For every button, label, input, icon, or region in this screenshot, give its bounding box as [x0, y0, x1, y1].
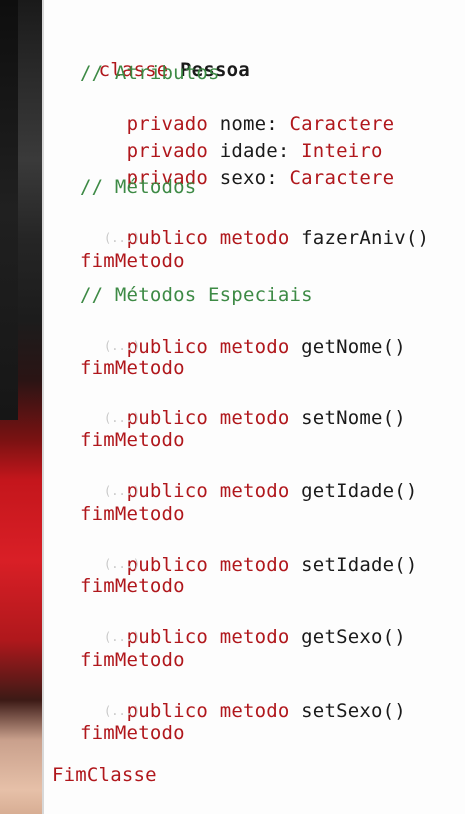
- method-keyword: metodo: [219, 626, 290, 648]
- end-method: fimMetodo: [80, 503, 185, 525]
- end-method: fimMetodo: [80, 575, 185, 597]
- code-panel: classe Pessoa // Atributos privado nome:…: [44, 0, 465, 814]
- method-body-ellipsis: (...): [104, 339, 141, 353]
- method-body-ellipsis: (...): [104, 484, 141, 498]
- method-name: setSexo(): [301, 700, 406, 722]
- method-keyword: metodo: [219, 227, 290, 249]
- end-class: FimClasse: [52, 764, 157, 786]
- presenter-hair: [0, 0, 18, 420]
- method-body-ellipsis: (...): [104, 630, 141, 644]
- method-keyword: metodo: [219, 554, 290, 576]
- method-keyword: metodo: [219, 480, 290, 502]
- comment-methods: // Métodos: [80, 176, 197, 198]
- presenter-photo-strip: [0, 0, 44, 814]
- method-body-ellipsis: (...): [104, 231, 141, 245]
- comment-attributes: // Atributos: [80, 62, 220, 84]
- method-body-ellipsis: (...): [104, 411, 141, 425]
- end-method: fimMetodo: [80, 722, 185, 744]
- method-body-ellipsis: (...): [104, 557, 141, 571]
- attribute-name: sexo:: [219, 167, 278, 189]
- method-name: setIdade(): [301, 554, 418, 576]
- end-method: fimMetodo: [80, 250, 185, 272]
- method-keyword: metodo: [219, 700, 290, 722]
- method-name: getNome(): [301, 336, 406, 358]
- method-name: fazerAniv(): [301, 227, 430, 249]
- end-method: fimMetodo: [80, 649, 185, 671]
- method-keyword: metodo: [219, 336, 290, 358]
- method-keyword: metodo: [219, 407, 290, 429]
- method-name: getSexo(): [301, 626, 406, 648]
- end-method: fimMetodo: [80, 357, 185, 379]
- comment-special-methods: // Métodos Especiais: [80, 284, 313, 306]
- method-name: getIdade(): [301, 480, 418, 502]
- method-body-ellipsis: (...): [104, 704, 141, 718]
- end-method: fimMetodo: [80, 429, 185, 451]
- method-name: setNome(): [301, 407, 406, 429]
- attribute-type: Caractere: [289, 167, 395, 189]
